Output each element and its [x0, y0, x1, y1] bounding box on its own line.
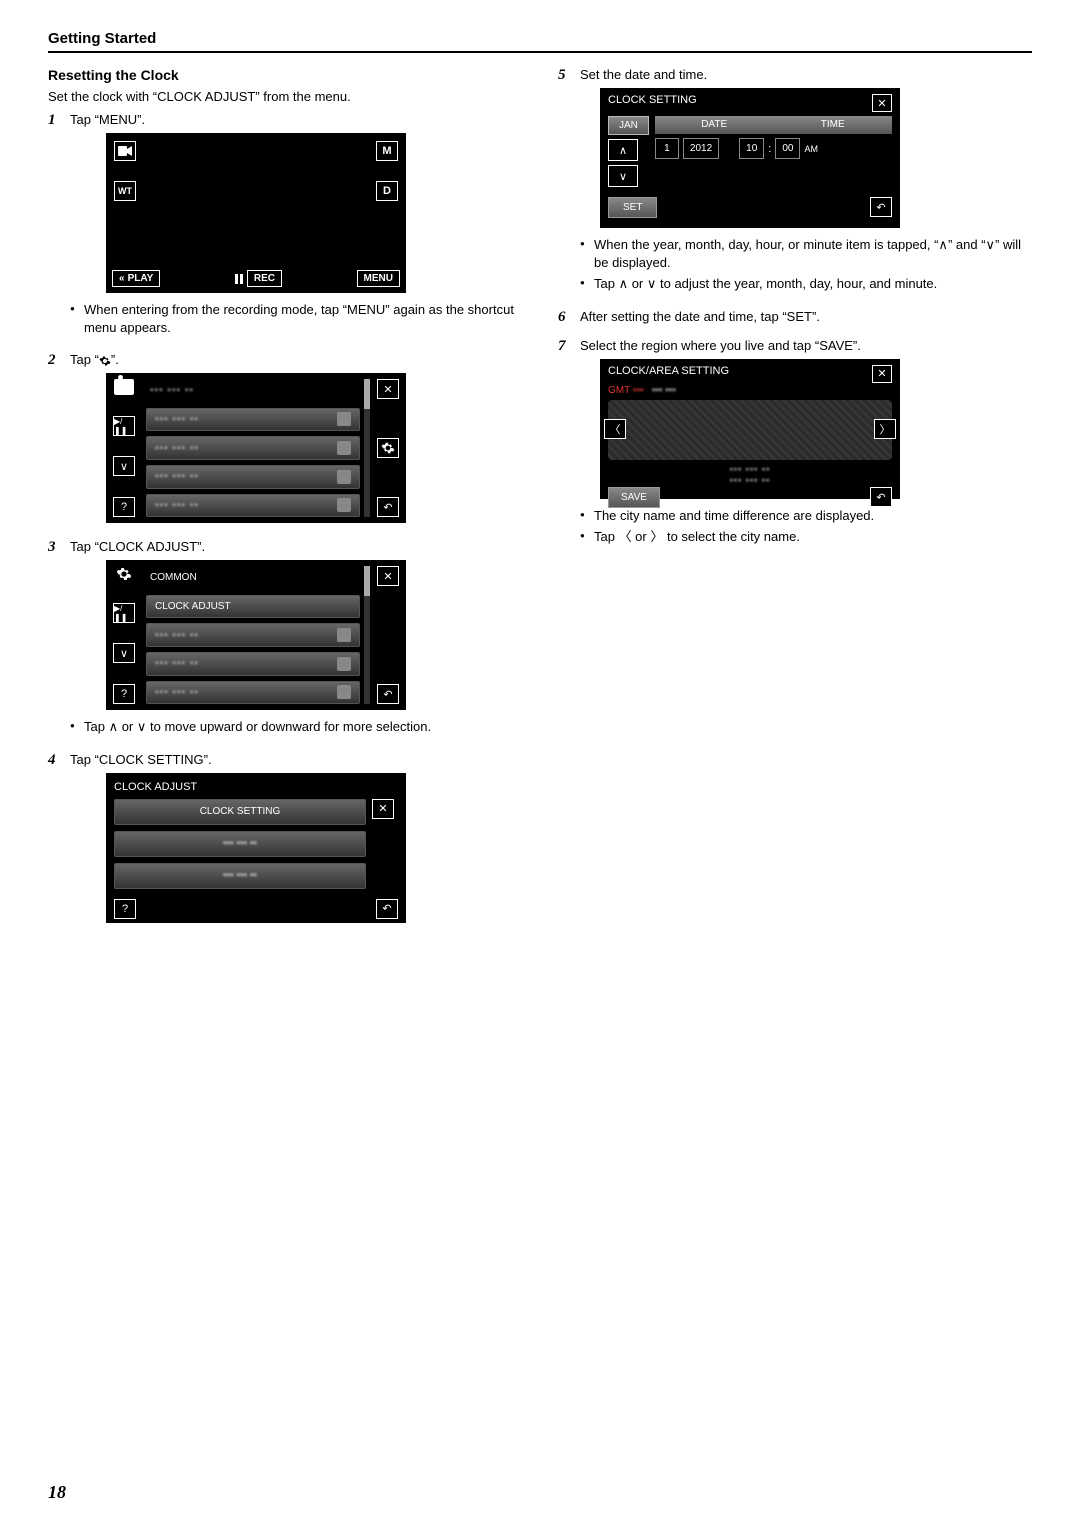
- screen-title: CLOCK/AREA SETTING: [608, 365, 729, 383]
- set-button[interactable]: SET: [608, 197, 657, 218]
- wt-zoom-button[interactable]: WT: [114, 181, 136, 201]
- date-label: DATE: [655, 116, 774, 134]
- back-icon[interactable]: ↶: [377, 497, 399, 517]
- step-3-note: Tap ∧ or ∨ to move upward or downward fo…: [70, 718, 522, 736]
- day-value[interactable]: 1: [655, 138, 679, 159]
- section-subhead: Resetting the Clock: [48, 67, 522, 83]
- scrollbar[interactable]: [364, 566, 370, 704]
- gear-icon[interactable]: [377, 438, 399, 458]
- play-pause-icon[interactable]: ▶/❚❚: [113, 416, 135, 436]
- step-7-text: Select the region where you live and tap…: [580, 338, 1032, 353]
- video-mode-icon[interactable]: [114, 141, 136, 161]
- scrollbar[interactable]: [364, 379, 370, 517]
- step-7-note-2: Tap 〈 or 〉 to select the city name.: [580, 528, 1032, 546]
- step-number: 3: [48, 539, 70, 744]
- close-icon[interactable]: ✕: [377, 379, 399, 399]
- next-region-icon[interactable]: 〉: [874, 419, 896, 439]
- step-2-text: Tap “”.: [70, 352, 522, 367]
- step-number: 6: [558, 309, 580, 330]
- screen-clock-setting: CLOCK SETTING ✕ JAN ∧ ∨ DATE TIME: [600, 88, 900, 228]
- menu-title: COMMON: [146, 566, 360, 590]
- screen-recording: M WT D «PLAY REC MENU: [106, 133, 406, 293]
- menu-item[interactable]: ▪▪▪ ▪▪▪ ▪▪: [114, 831, 366, 857]
- step-5-text: Set the date and time.: [580, 67, 1032, 82]
- screen-area-setting: CLOCK/AREA SETTING ✕ GMT ▪▪▪ ▪▪▪ ▪▪▪ 〈 〉…: [600, 359, 900, 499]
- time-colon: :: [768, 143, 771, 155]
- rec-button[interactable]: REC: [247, 270, 282, 287]
- step-5-note-2: Tap ∧ or ∨ to adjust the year, month, da…: [580, 275, 1032, 293]
- menu-item[interactable]: ▪▪▪ ▪▪▪ ▪▪: [146, 494, 360, 518]
- screen-title: CLOCK SETTING: [608, 94, 697, 112]
- d-button[interactable]: D: [376, 181, 398, 201]
- help-icon[interactable]: ?: [113, 684, 135, 704]
- close-icon[interactable]: ✕: [377, 566, 399, 586]
- menu-item[interactable]: ▪▪▪ ▪▪▪ ▪▪: [114, 863, 366, 889]
- play-button[interactable]: «PLAY: [112, 270, 160, 287]
- back-icon[interactable]: ↶: [870, 197, 892, 217]
- step-4-text: Tap “CLOCK SETTING”.: [70, 752, 522, 767]
- screen-shortcut-menu: ▶/❚❚ ∨ ? ▪▪▪ ▪▪▪ ▪▪ ▪▪▪ ▪▪▪ ▪▪ ▪▪▪ ▪▪▪ ▪…: [106, 373, 406, 523]
- video-mode-icon[interactable]: [114, 379, 134, 395]
- gmt-label: GMT ▪▪▪ ▪▪▪ ▪▪▪: [608, 385, 892, 396]
- down-arrow-icon[interactable]: ∨: [113, 643, 135, 663]
- step-1-note: When entering from the recording mode, t…: [70, 301, 522, 336]
- year-value[interactable]: 2012: [683, 138, 719, 159]
- back-icon[interactable]: ↶: [377, 684, 399, 704]
- up-arrow-icon[interactable]: ∧: [608, 139, 638, 161]
- step-number: 4: [48, 752, 70, 931]
- ampm-label: AM: [804, 144, 818, 154]
- menu-item[interactable]: ▪▪▪ ▪▪▪ ▪▪: [146, 436, 360, 460]
- play-pause-icon[interactable]: ▶/❚❚: [113, 603, 135, 623]
- world-map: [608, 400, 892, 460]
- screen-clock-adjust: CLOCK ADJUST CLOCK SETTING ▪▪▪ ▪▪▪ ▪▪ ▪▪…: [106, 773, 406, 923]
- down-arrow-icon[interactable]: ∨: [608, 165, 638, 187]
- minute-value[interactable]: 00: [775, 138, 800, 159]
- gear-icon: [99, 355, 111, 367]
- close-icon[interactable]: ✕: [872, 365, 892, 383]
- month-tab[interactable]: JAN: [608, 116, 649, 135]
- menu-button[interactable]: MENU: [357, 270, 400, 287]
- prev-region-icon[interactable]: 〈: [604, 419, 626, 439]
- menu-item[interactable]: ▪▪▪ ▪▪▪ ▪▪: [146, 652, 360, 676]
- city-placeholder: ▪▪▪ ▪▪▪ ▪▪▪▪▪ ▪▪▪ ▪▪: [608, 464, 892, 487]
- menu-item[interactable]: ▪▪▪ ▪▪▪ ▪▪: [146, 408, 360, 432]
- step-1-text: Tap “MENU”.: [70, 112, 522, 127]
- step-5-note-1: When the year, month, day, hour, or minu…: [580, 236, 1032, 271]
- hour-value[interactable]: 10: [739, 138, 764, 159]
- screen-common-menu: ▶/❚❚ ∨ ? COMMON CLOCK ADJUST ▪▪▪ ▪▪▪ ▪▪ …: [106, 560, 406, 710]
- step-7-note-1: The city name and time difference are di…: [580, 507, 1032, 525]
- screen-title: CLOCK ADJUST: [114, 781, 398, 793]
- step-number: 1: [48, 112, 70, 344]
- clock-setting-item[interactable]: CLOCK SETTING: [114, 799, 366, 825]
- menu-item[interactable]: ▪▪▪ ▪▪▪ ▪▪: [146, 465, 360, 489]
- step-number: 7: [558, 338, 580, 554]
- step-number: 2: [48, 352, 70, 531]
- step-3-text: Tap “CLOCK ADJUST”.: [70, 539, 522, 554]
- save-button[interactable]: SAVE: [608, 487, 660, 508]
- pause-icon: [235, 274, 243, 284]
- intro-text: Set the clock with “CLOCK ADJUST” from t…: [48, 89, 522, 104]
- menu-title-row: ▪▪▪ ▪▪▪ ▪▪: [146, 379, 360, 403]
- page-number: 18: [48, 1482, 66, 1503]
- step-6-text: After setting the date and time, tap “SE…: [580, 309, 1032, 324]
- page-header: Getting Started: [48, 30, 1032, 53]
- down-arrow-icon[interactable]: ∨: [113, 456, 135, 476]
- back-icon[interactable]: ↶: [870, 487, 892, 507]
- menu-item[interactable]: ▪▪▪ ▪▪▪ ▪▪: [146, 681, 360, 705]
- time-label: TIME: [773, 116, 892, 134]
- menu-item[interactable]: ▪▪▪ ▪▪▪ ▪▪: [146, 623, 360, 647]
- m-button[interactable]: M: [376, 141, 398, 161]
- close-icon[interactable]: ✕: [372, 799, 394, 819]
- clock-adjust-item[interactable]: CLOCK ADJUST: [146, 595, 360, 619]
- close-icon[interactable]: ✕: [872, 94, 892, 112]
- help-icon[interactable]: ?: [113, 497, 135, 517]
- gear-icon: [116, 566, 132, 582]
- step-number: 5: [558, 67, 580, 301]
- help-icon[interactable]: ?: [114, 899, 136, 919]
- back-icon[interactable]: ↶: [376, 899, 398, 919]
